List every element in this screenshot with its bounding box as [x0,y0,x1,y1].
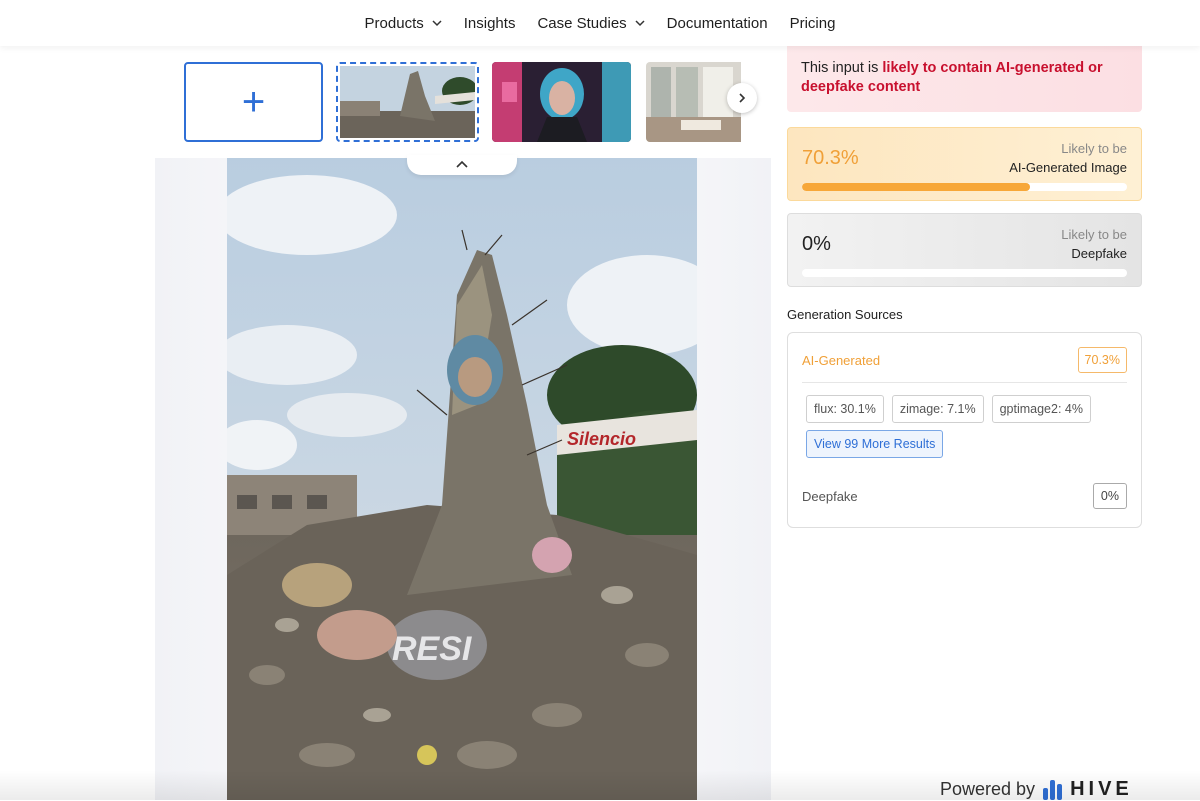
ai-score-bar-fill [802,183,1031,191]
source-chip-flux: flux: 30.1% [806,395,884,423]
next-thumbnails-button[interactable] [727,83,757,113]
source-chip-gptimage2: gptimage2: 4% [991,395,1091,423]
chevron-up-icon [456,160,468,168]
ai-generated-score-card: 70.3% Likely to be AI-Generated Image [787,127,1142,201]
ai-generated-label: AI-Generated [802,352,881,368]
nav-products[interactable]: Products [365,15,442,32]
deepfake-value-badge: 0% [1092,483,1127,509]
thumbnail-cyberpunk[interactable] [492,62,631,142]
view-more-results-button[interactable]: View 99 More Results [806,430,944,458]
hive-brand-text: HIVE [1070,778,1133,800]
ai-score-percent: 70.3% [802,147,859,169]
alert-prefix: This input is [801,60,883,76]
ai-score-label-top: Likely to be [1061,141,1127,156]
deepfake-score-card: 0% Likely to be Deepfake [787,213,1142,287]
plus-icon: + [241,80,266,124]
deepfake-score-percent: 0% [802,233,831,255]
powered-by-text: Powered by [940,779,1036,799]
nav-insights-label: Insights [463,14,516,32]
deepfake-score-label-top: Likely to be [1061,227,1127,242]
chevron-down-icon [635,20,645,27]
powered-by-footer: Powered by HIVE [940,778,1133,801]
hive-logo-icon [1043,779,1063,800]
source-chip-zimage: zimage: 7.1% [891,395,984,423]
chevron-right-icon [739,93,746,103]
generation-sources-card: AI-Generated 70.3% flux: 30.1% zimage: 7… [787,332,1142,528]
deepfake-score-label-bottom: Deepfake [1071,246,1127,261]
nav-pricing-label: Pricing [789,14,836,32]
nav-documentation-label: Documentation [666,14,768,32]
add-image-button[interactable]: + [184,62,323,142]
nav-pricing[interactable]: Pricing [790,15,836,32]
generation-sources-title: Generation Sources [787,307,903,322]
top-nav: Products Insights Case Studies Documenta… [0,0,1200,46]
ai-generated-row: AI-Generated 70.3% [802,347,1127,373]
ruined-monument-thumbnail [340,66,477,138]
thumbnail-strip: + [155,46,771,158]
ai-score-bar [802,183,1127,191]
deepfake-score-bar [802,269,1127,277]
ruined-monument-image: Silencio RESI [227,155,697,800]
nav-documentation[interactable]: Documentation [667,15,768,32]
ai-generated-value-badge: 70.3% [1077,347,1127,373]
detection-alert: This input is likely to contain AI-gener… [787,46,1142,112]
sources-divider [802,382,1127,383]
cyberpunk-portrait-thumbnail [492,62,631,142]
svg-text:RESI: RESI [392,630,473,668]
chevron-down-icon [432,20,442,27]
ai-score-label-bottom: AI-Generated Image [1009,160,1127,175]
deepfake-row: Deepfake 0% [802,483,1127,509]
analyzed-image: Silencio RESI [227,155,697,800]
nav-products-label: Products [364,14,424,32]
nav-case-studies-label: Case Studies [537,14,627,32]
thumbnail-selected[interactable] [336,62,479,142]
nav-case-studies[interactable]: Case Studies [537,14,645,32]
deepfake-label: Deepfake [802,488,858,504]
source-chips: flux: 30.1% zimage: 7.1% gptimage2: 4% [806,395,1091,423]
nav-insights[interactable]: Insights [464,15,516,32]
collapse-thumbnails-button[interactable] [407,155,517,175]
svg-text:Silencio: Silencio [567,429,636,449]
